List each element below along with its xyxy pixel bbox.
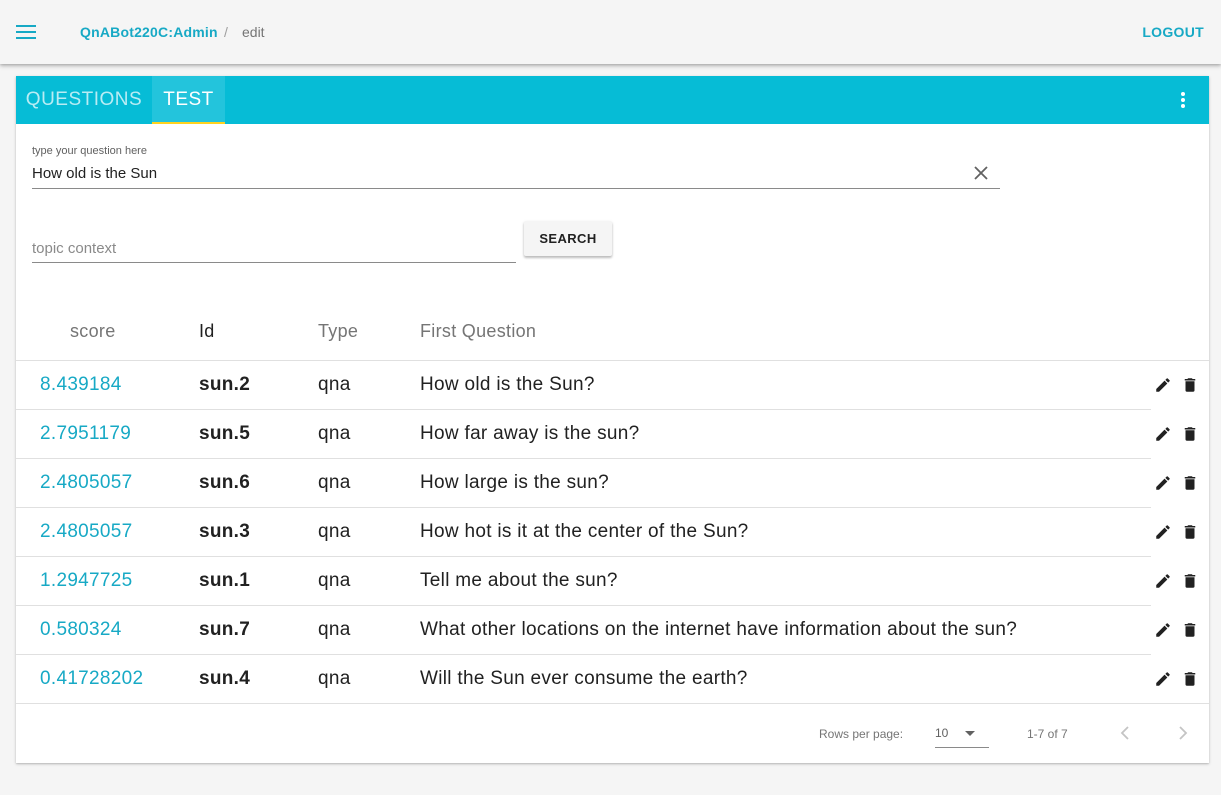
more-options-button[interactable] <box>1171 88 1195 112</box>
edit-button[interactable] <box>1152 423 1174 445</box>
next-page-button[interactable] <box>1172 722 1194 744</box>
tab-questions[interactable]: QUESTIONS <box>16 76 152 124</box>
table-row: 0.580324 sun.7 qna What other locations … <box>16 606 1209 655</box>
main-card: QUESTIONS TEST type your question here S… <box>16 76 1209 763</box>
edit-button[interactable] <box>1152 374 1174 396</box>
question-input[interactable] <box>32 162 972 184</box>
edit-button[interactable] <box>1152 668 1174 690</box>
logout-button[interactable]: LOGOUT <box>1142 24 1204 40</box>
column-header-type[interactable]: Type <box>318 321 358 342</box>
delete-button[interactable] <box>1179 570 1201 592</box>
delete-button[interactable] <box>1179 668 1201 690</box>
score-link[interactable]: 0.580324 <box>40 606 122 654</box>
question-cell: Tell me about the sun? <box>420 570 618 591</box>
pencil-icon <box>1156 427 1170 441</box>
table-row: 1.2947725 sun.1 qna Tell me about the su… <box>16 557 1209 606</box>
type-cell: qna <box>318 668 351 689</box>
column-header-score[interactable]: score <box>70 321 116 342</box>
delete-button[interactable] <box>1179 423 1201 445</box>
type-cell: qna <box>318 472 351 493</box>
chevron-left-icon <box>1120 726 1129 740</box>
previous-page-button[interactable] <box>1114 722 1136 744</box>
chevron-right-icon <box>1179 726 1188 740</box>
qid-cell: sun.2 <box>199 374 251 395</box>
table-row: 2.4805057 sun.3 qna How hot is it at the… <box>16 508 1209 557</box>
table-footer-divider <box>16 703 1209 704</box>
delete-button[interactable] <box>1179 472 1201 494</box>
delete-button[interactable] <box>1179 619 1201 641</box>
score-link[interactable]: 8.439184 <box>40 361 122 409</box>
breadcrumb-separator: / <box>224 24 228 40</box>
tab-test[interactable]: TEST <box>152 76 225 124</box>
edit-button[interactable] <box>1152 472 1174 494</box>
qid-cell: sun.5 <box>199 423 251 444</box>
table-row: 2.7951179 sun.5 qna How far away is the … <box>16 410 1209 459</box>
table-row: 0.41728202 sun.4 qna Will the Sun ever c… <box>16 655 1209 704</box>
rows-per-page-label: Rows per page: <box>819 727 904 741</box>
question-cell: How hot is it at the center of the Sun? <box>420 521 749 542</box>
trash-icon <box>1184 623 1196 637</box>
question-field-label: type your question here <box>32 145 147 157</box>
pencil-icon <box>1156 476 1170 490</box>
score-link[interactable]: 1.2947725 <box>40 557 133 605</box>
breadcrumb-home-link[interactable]: QnABot220C:Admin <box>80 24 218 40</box>
breadcrumb-current: edit <box>242 24 265 40</box>
type-cell: qna <box>318 374 351 395</box>
rows-per-page-value: 10 <box>935 726 949 740</box>
trash-icon <box>1184 427 1196 441</box>
menu-icon <box>16 25 36 39</box>
pencil-icon <box>1156 623 1170 637</box>
app-bar: QnABot220C:Admin / edit LOGOUT <box>0 0 1221 64</box>
dropdown-arrow-icon <box>965 731 975 736</box>
clear-question-button[interactable] <box>971 163 991 183</box>
trash-icon <box>1184 525 1196 539</box>
column-header-id[interactable]: Id <box>199 321 215 342</box>
type-cell: qna <box>318 619 351 640</box>
score-link[interactable]: 2.7951179 <box>40 410 131 458</box>
pencil-icon <box>1156 672 1170 686</box>
edit-button[interactable] <box>1152 619 1174 641</box>
qid-cell: sun.6 <box>199 472 251 493</box>
qid-cell: sun.4 <box>199 668 251 689</box>
type-cell: qna <box>318 521 351 542</box>
qid-cell: sun.1 <box>199 570 251 591</box>
trash-icon <box>1184 378 1196 392</box>
edit-button[interactable] <box>1152 570 1174 592</box>
table-row: 2.4805057 sun.6 qna How large is the sun… <box>16 459 1209 508</box>
pagination-range: 1-7 of 7 <box>1027 727 1068 741</box>
active-tab-indicator <box>152 122 225 124</box>
trash-icon <box>1184 672 1196 686</box>
more-vertical-icon <box>1181 92 1185 108</box>
score-link[interactable]: 2.4805057 <box>40 508 133 556</box>
edit-button[interactable] <box>1152 521 1174 543</box>
table-row: 8.439184 sun.2 qna How old is the Sun? <box>16 361 1209 410</box>
question-input-underline <box>32 188 1000 189</box>
question-cell: How large is the sun? <box>420 472 610 493</box>
question-cell: Will the Sun ever consume the earth? <box>420 668 748 689</box>
type-cell: qna <box>318 570 351 591</box>
question-cell: How far away is the sun? <box>420 423 640 444</box>
close-icon <box>974 166 988 180</box>
type-cell: qna <box>318 423 351 444</box>
topic-input-underline <box>32 262 516 263</box>
question-cell: How old is the Sun? <box>420 374 595 395</box>
pencil-icon <box>1156 574 1170 588</box>
pencil-icon <box>1156 378 1170 392</box>
score-link[interactable]: 2.4805057 <box>40 459 133 507</box>
search-button[interactable]: SEARCH <box>524 221 612 256</box>
qid-cell: sun.7 <box>199 619 251 640</box>
question-cell: What other locations on the internet hav… <box>420 619 1018 640</box>
trash-icon <box>1184 476 1196 490</box>
trash-icon <box>1184 574 1196 588</box>
delete-button[interactable] <box>1179 374 1201 396</box>
qid-cell: sun.3 <box>199 521 251 542</box>
rows-per-page-select[interactable]: 10 <box>935 721 989 748</box>
column-header-first-question[interactable]: First Question <box>420 321 536 342</box>
tab-bar: QUESTIONS TEST <box>16 76 1209 124</box>
score-link[interactable]: 0.41728202 <box>40 655 143 703</box>
menu-button[interactable] <box>10 16 42 48</box>
delete-button[interactable] <box>1179 521 1201 543</box>
topic-context-input[interactable] <box>32 236 516 260</box>
pencil-icon <box>1156 525 1170 539</box>
